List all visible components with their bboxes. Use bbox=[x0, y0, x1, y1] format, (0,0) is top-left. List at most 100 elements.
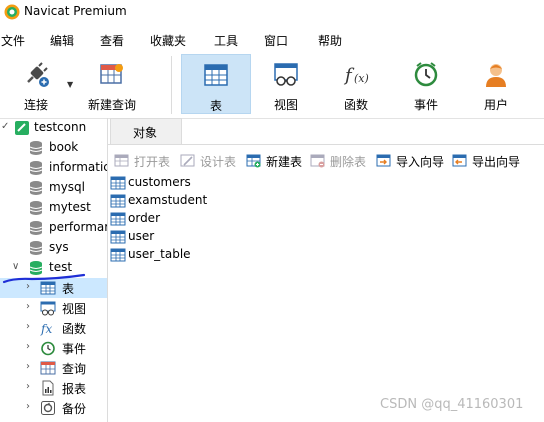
expand-arrow-icon[interactable]: › bbox=[26, 361, 30, 372]
view-label: 视图 bbox=[273, 98, 298, 112]
expand-arrow-icon[interactable]: › bbox=[26, 341, 30, 352]
tool-user-button[interactable]: 用户 bbox=[466, 54, 526, 114]
tree-node-views[interactable]: › 视图 bbox=[0, 298, 107, 318]
tree-db-performar[interactable]: performar bbox=[0, 218, 107, 238]
connect-button[interactable]: 连接 bbox=[6, 54, 66, 114]
tab-objects[interactable]: 对象 bbox=[110, 118, 182, 144]
svg-text:(x): (x) bbox=[354, 72, 369, 85]
table-name: user_table bbox=[128, 247, 191, 261]
tree-node-events[interactable]: › 事件 bbox=[0, 338, 107, 358]
delete-table-button[interactable]: 删除表 bbox=[310, 152, 372, 170]
import-wizard-button[interactable]: 导入向导 bbox=[376, 152, 446, 170]
table-icon bbox=[110, 212, 126, 226]
database-icon bbox=[29, 241, 43, 255]
expand-arrow-icon[interactable]: › bbox=[26, 321, 30, 332]
export-wizard-button[interactable]: 导出向导 bbox=[452, 152, 526, 170]
design-table-button[interactable]: 设计表 bbox=[180, 152, 242, 170]
tree-label: 函数 bbox=[62, 322, 87, 336]
object-toolbar: 打开表 设计表 新建表 删除表 导入向导 导出向导 bbox=[108, 150, 544, 172]
tree-label: mytest bbox=[49, 200, 91, 214]
tree-label: book bbox=[49, 140, 79, 154]
tool-function-button[interactable]: f (x) 函数 bbox=[326, 54, 386, 114]
tool-event-button[interactable]: 事件 bbox=[396, 54, 456, 114]
design-table-label: 设计表 bbox=[200, 155, 237, 169]
menu-tools[interactable]: 工具 bbox=[214, 32, 238, 49]
expand-arrow-icon[interactable]: › bbox=[26, 301, 30, 312]
export-wizard-label: 导出向导 bbox=[472, 155, 521, 169]
collapse-arrow-icon[interactable]: ✓ bbox=[1, 121, 9, 132]
menu-favorites[interactable]: 收藏夹 bbox=[150, 32, 186, 49]
table-name: user bbox=[128, 229, 155, 243]
svg-text:fx: fx bbox=[40, 322, 52, 336]
view-icon bbox=[274, 63, 298, 86]
tab-objects-label: 对象 bbox=[133, 126, 158, 140]
open-table-label: 打开表 bbox=[134, 155, 171, 169]
tree-label: 视图 bbox=[62, 302, 87, 316]
new-query-button[interactable]: 新建查询 bbox=[82, 54, 142, 114]
connect-plug-icon bbox=[27, 62, 49, 87]
tree-db-mytest[interactable]: mytest bbox=[0, 198, 107, 218]
new-table-button[interactable]: 新建表 bbox=[246, 152, 306, 170]
export-wizard-icon bbox=[452, 154, 467, 167]
tree-db-mysql[interactable]: mysql bbox=[0, 178, 107, 198]
tool-view-button[interactable]: 视图 bbox=[256, 54, 316, 114]
event-label: 事件 bbox=[413, 98, 438, 112]
new-table-label: 新建表 bbox=[266, 155, 303, 169]
collapse-arrow-icon[interactable]: ∨ bbox=[12, 261, 19, 272]
open-table-button[interactable]: 打开表 bbox=[114, 152, 176, 170]
tree-label: performar bbox=[49, 220, 108, 234]
tree-db-book[interactable]: book bbox=[0, 138, 107, 158]
navigation-tree: ✓ testconn book informatic mysql mytest … bbox=[0, 118, 108, 422]
tool-table-button[interactable]: 表 bbox=[181, 54, 251, 114]
delete-table-label: 删除表 bbox=[330, 155, 367, 169]
database-icon bbox=[29, 201, 43, 215]
report-icon bbox=[42, 380, 54, 396]
delete-table-icon bbox=[310, 154, 325, 168]
menu-edit[interactable]: 编辑 bbox=[50, 32, 74, 49]
design-table-icon bbox=[180, 154, 195, 167]
object-list: customers examstudent order user user_ta… bbox=[108, 174, 544, 422]
menu-window[interactable]: 窗口 bbox=[264, 32, 288, 49]
expand-arrow-icon[interactable]: › bbox=[26, 381, 30, 392]
menu-bar: 文件 编辑 查看 收藏夹 工具 窗口 帮助 bbox=[0, 30, 544, 50]
table-name: order bbox=[128, 211, 160, 225]
query-icon bbox=[40, 361, 56, 375]
tree-label: 备份 bbox=[62, 402, 87, 416]
tree-node-queries[interactable]: › 查询 bbox=[0, 358, 107, 378]
table-icon bbox=[110, 194, 126, 208]
backup-icon bbox=[41, 401, 55, 415]
function-label: 函数 bbox=[343, 98, 368, 112]
event-clock-icon bbox=[414, 62, 438, 87]
tree-node-backups[interactable]: › 备份 bbox=[0, 398, 107, 418]
tree-node-functions[interactable]: › fx 函数 bbox=[0, 318, 107, 338]
table-label: 表 bbox=[209, 99, 222, 113]
new-query-label: 新建查询 bbox=[87, 98, 136, 112]
open-table-icon bbox=[114, 154, 129, 167]
tree-db-informatic[interactable]: informatic bbox=[0, 158, 107, 178]
tree-label: testconn bbox=[34, 120, 87, 134]
expand-arrow-icon[interactable]: › bbox=[26, 401, 30, 412]
menu-view[interactable]: 查看 bbox=[100, 32, 124, 49]
tree-connection-testconn[interactable]: ✓ testconn bbox=[0, 118, 107, 138]
import-wizard-label: 导入向导 bbox=[396, 155, 445, 169]
menu-file[interactable]: 文件 bbox=[1, 32, 25, 49]
tree-label: mysql bbox=[49, 180, 85, 194]
table-name: examstudent bbox=[128, 193, 208, 207]
tree-label: sys bbox=[49, 240, 69, 254]
table-icon bbox=[204, 64, 228, 86]
title-bar: Navicat Premium bbox=[0, 0, 544, 24]
object-tab-bar: 对象 bbox=[108, 118, 544, 145]
tree-db-sys[interactable]: sys bbox=[0, 238, 107, 258]
tree-node-reports[interactable]: › 报表 bbox=[0, 378, 107, 398]
function-icon: f (x) bbox=[343, 65, 369, 86]
connect-dropdown-arrow-icon[interactable]: ▼ bbox=[67, 80, 73, 89]
view-icon bbox=[40, 301, 56, 316]
user-icon bbox=[486, 64, 506, 87]
menu-help[interactable]: 帮助 bbox=[318, 32, 342, 49]
window-title: Navicat Premium bbox=[24, 4, 127, 18]
import-wizard-icon bbox=[376, 154, 391, 167]
tree-label: 事件 bbox=[62, 342, 87, 356]
main-toolbar: 连接 ▼ 新建查询 表 视图 f (x) 函数 事件 用户 bbox=[0, 52, 544, 119]
database-icon bbox=[29, 141, 43, 155]
connect-label: 连接 bbox=[23, 98, 48, 112]
